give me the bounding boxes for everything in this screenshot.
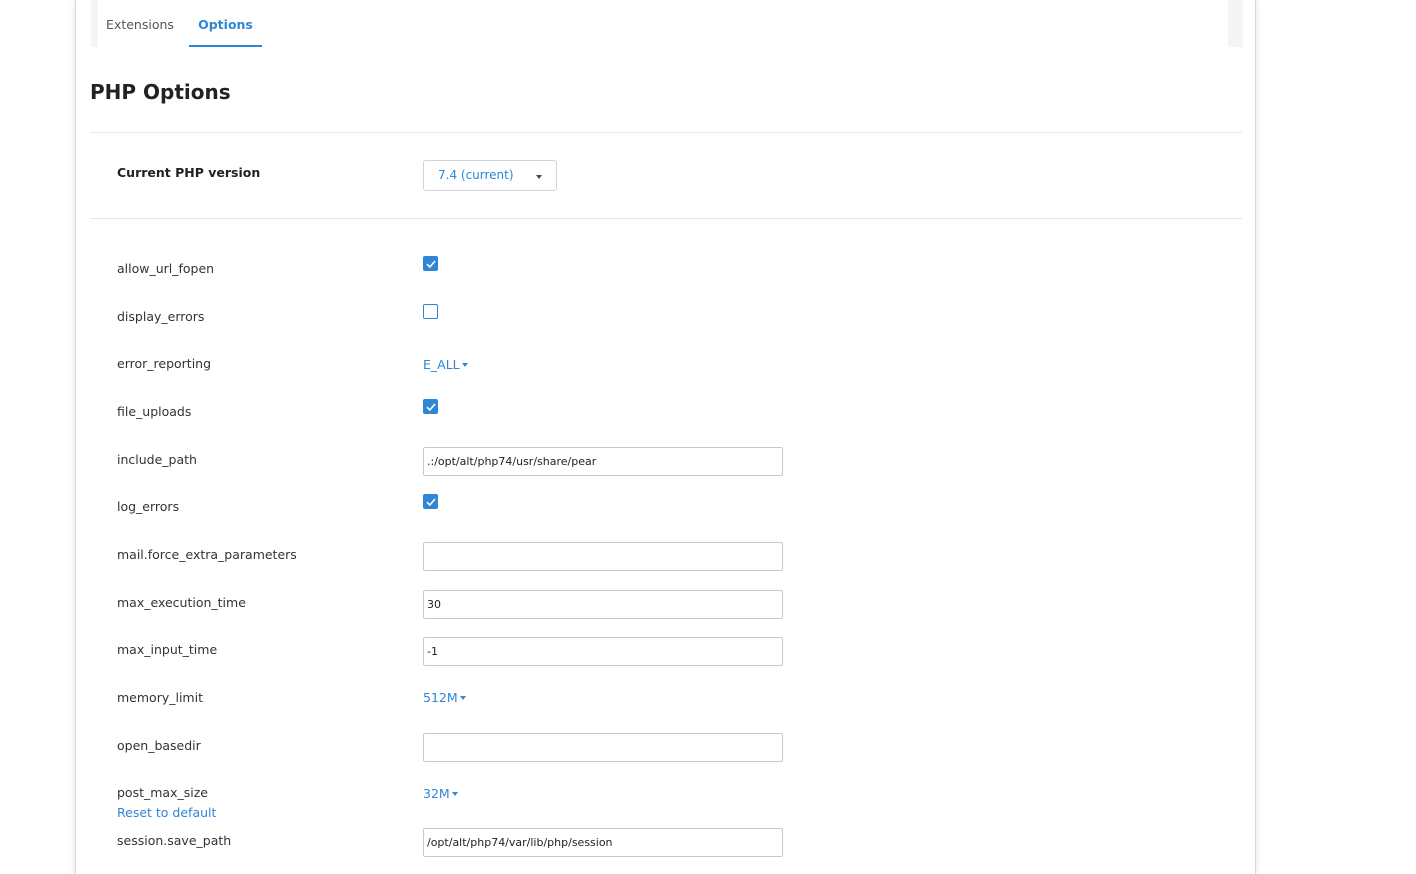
dropdown-memory-limit[interactable]: 512M	[423, 690, 466, 705]
option-label-error-reporting: error_reporting	[117, 356, 212, 371]
caret-down-icon	[459, 695, 466, 700]
dropdown-value: 32M	[423, 786, 450, 801]
option-label-mail-force-extra-parameters: mail.force_extra_parameters	[117, 547, 297, 562]
dropdown-error-reporting[interactable]: E_ALL	[423, 357, 468, 372]
option-label-allow-url-fopen: allow_url_fopen	[117, 261, 215, 276]
option-label-display-errors: display_errors	[117, 309, 205, 324]
option-label-post-max-size: post_max_size	[117, 785, 208, 800]
input-mail-force-extra-parameters[interactable]	[423, 542, 783, 571]
check-icon	[426, 403, 436, 412]
option-label-memory-limit: memory_limit	[117, 690, 203, 705]
checkbox-display-errors[interactable]	[423, 304, 438, 319]
caret-down-icon	[461, 362, 468, 367]
dropdown-value: 512M	[423, 690, 458, 705]
dropdown-value: E_ALL	[423, 357, 460, 372]
checkbox-file-uploads[interactable]	[423, 399, 438, 414]
tab-bar: Extensions Options	[91, 0, 1243, 47]
option-label-include-path: include_path	[117, 452, 197, 467]
input-max-input-time[interactable]	[423, 637, 783, 666]
tab-extensions[interactable]: Extensions	[98, 0, 182, 47]
option-label-file-uploads: file_uploads	[117, 404, 192, 419]
option-label-log-errors: log_errors	[117, 499, 180, 514]
checkbox-log-errors[interactable]	[423, 494, 438, 509]
chevron-down-icon	[536, 175, 542, 179]
option-label-max-execution-time: max_execution_time	[117, 595, 246, 610]
check-icon	[426, 260, 436, 269]
option-label-session-save-path: session.save_path	[117, 833, 232, 848]
tab-bar-inner: Extensions Options	[98, 0, 1228, 47]
page-title: PHP Options	[90, 80, 231, 104]
php-version-label: Current PHP version	[117, 165, 261, 180]
option-label-max-input-time: max_input_time	[117, 642, 218, 657]
divider	[90, 132, 1242, 133]
input-session-save-path[interactable]	[423, 828, 783, 857]
dropdown-post-max-size[interactable]: 32M	[423, 786, 458, 801]
reset-to-default-link[interactable]: Reset to default	[117, 805, 216, 820]
input-max-execution-time[interactable]	[423, 590, 783, 619]
checkbox-allow-url-fopen[interactable]	[423, 256, 438, 271]
check-icon	[426, 498, 436, 507]
tab-options[interactable]: Options	[189, 0, 262, 47]
php-version-value: 7.4 (current)	[438, 168, 514, 182]
input-open-basedir[interactable]	[423, 733, 783, 762]
php-version-select[interactable]: 7.4 (current)	[423, 160, 557, 191]
option-label-open-basedir: open_basedir	[117, 738, 201, 753]
input-include-path[interactable]	[423, 447, 783, 476]
divider	[90, 218, 1242, 219]
caret-down-icon	[451, 791, 458, 796]
php-options-panel: Extensions Options PHP Options Current P…	[75, 0, 1256, 874]
